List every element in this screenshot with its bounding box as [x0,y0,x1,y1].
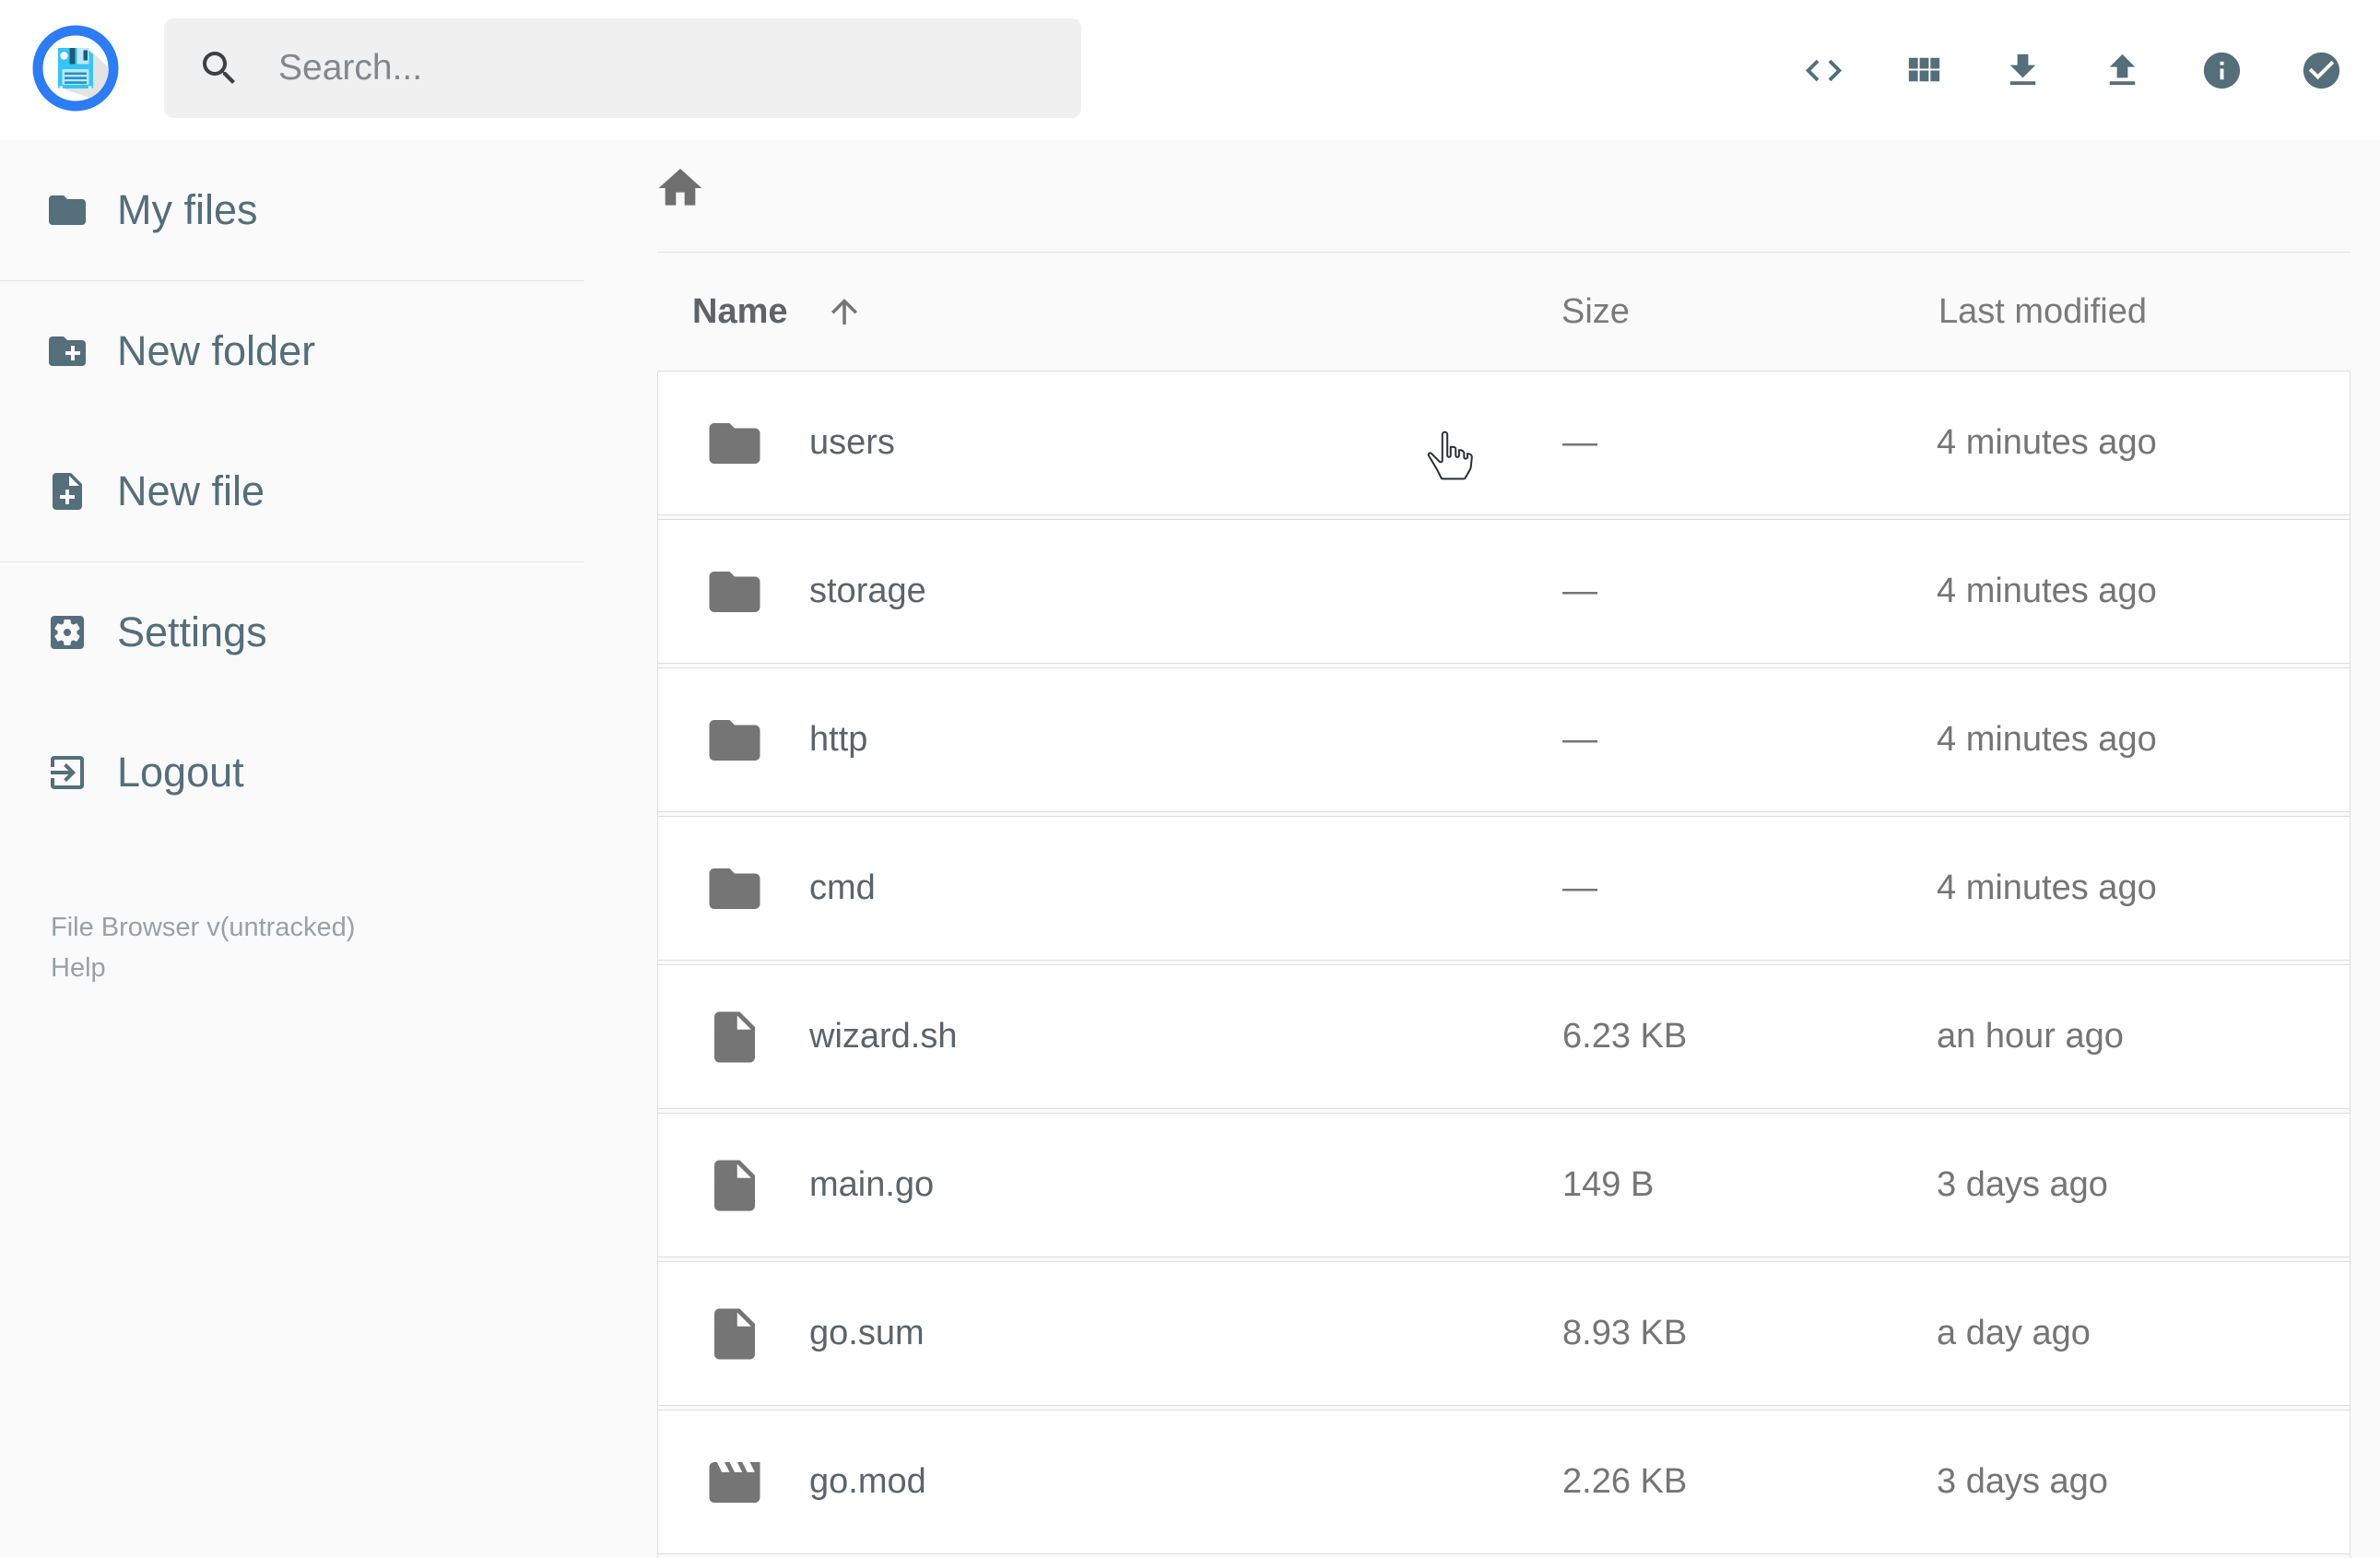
folder-icon [704,561,765,622]
folder-icon [704,413,765,474]
file-listing-pane: Name Size Last modified users — 4 minute… [584,140,2380,1558]
sidebar-items: My files New folder New file Settings Lo… [0,140,584,843]
upload-icon [2101,49,2144,92]
check-circle-icon [2300,49,2343,92]
sidebar-footer: File Browser v(untracked) Help [51,907,355,988]
file-row[interactable]: storage — 4 minutes ago [658,519,2350,664]
app-version-text: File Browser v(untracked) [51,913,356,942]
folder-icon [704,710,765,771]
grid-view-icon [1902,49,1945,92]
breadcrumb-home-button[interactable] [654,160,710,216]
sidebar-item-new-file[interactable]: New file [0,421,584,561]
download-button[interactable] [1973,20,2072,120]
info-icon [2200,49,2244,92]
file-row[interactable]: wizard.sh 6.23 KB an hour ago [658,964,2350,1109]
code-icon [1802,49,1845,92]
top-bar [0,0,2380,140]
sidebar-item-my-files[interactable]: My files [0,140,584,280]
file-row[interactable]: users — 4 minutes ago [658,371,2350,515]
download-icon [2001,49,2044,92]
sidebar: My files New folder New file Settings Lo… [0,140,584,1530]
file-row[interactable]: cmd — 4 minutes ago [658,816,2350,961]
settings-icon [45,610,89,655]
help-link[interactable]: Help [51,948,355,988]
column-header-name[interactable]: Name [692,253,864,371]
app-logo[interactable] [28,20,124,116]
column-header-modified[interactable]: Last modified [1938,253,2147,371]
movie-icon [704,1452,765,1513]
sidebar-item-settings[interactable]: Settings [0,562,584,702]
column-header-size[interactable]: Size [1561,253,1630,371]
file-icon [704,1007,765,1068]
file-listing: users — 4 minutes ago storage — 4 minute… [657,371,2351,1558]
folder-icon [704,858,765,919]
arrow-up-icon [825,292,864,331]
file-row[interactable]: go.sum 8.93 KB a day ago [658,1261,2350,1406]
sidebar-item-new-folder[interactable]: New folder [0,281,584,421]
folder-icon [45,188,89,232]
info-button[interactable] [2172,20,2271,120]
topbar-actions [1773,0,2371,140]
switch-view-button[interactable] [1873,20,1973,120]
home-icon [654,162,710,214]
sidebar-item-logout[interactable]: Logout [0,702,584,843]
search-bar[interactable] [164,18,1081,118]
file-icon [704,1155,765,1216]
file-icon [704,1304,765,1364]
file-row[interactable]: go.mod 2.26 KB 3 days ago [658,1410,2350,1554]
select-multiple-button[interactable] [2271,20,2371,120]
file-browser-logo-icon [28,20,124,116]
search-icon [197,46,242,90]
listing-header: Name Size Last modified [657,253,2351,371]
upload-button[interactable] [2072,20,2172,120]
create-new-folder-icon [45,329,89,373]
new-file-icon [45,469,89,513]
raw-view-button[interactable] [1773,20,1873,120]
file-row[interactable]: http — 4 minutes ago [658,667,2350,812]
file-row[interactable]: main.go 149 B 3 days ago [658,1113,2350,1257]
search-input[interactable] [277,47,1032,89]
logout-icon [45,750,89,795]
